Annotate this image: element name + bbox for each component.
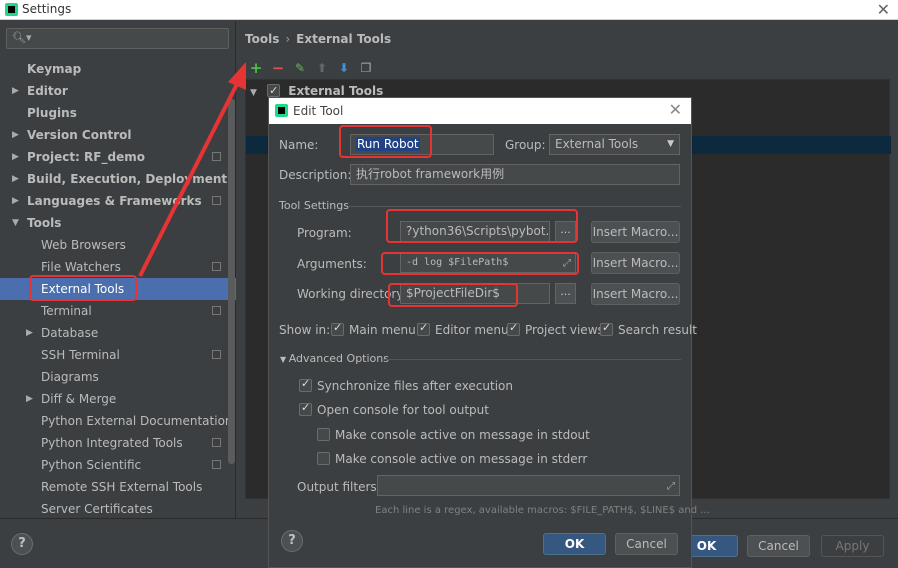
annotation-arrow-head xyxy=(228,62,246,90)
annotation-arrow-shaft xyxy=(138,81,240,277)
annotation-arrow xyxy=(138,62,246,277)
